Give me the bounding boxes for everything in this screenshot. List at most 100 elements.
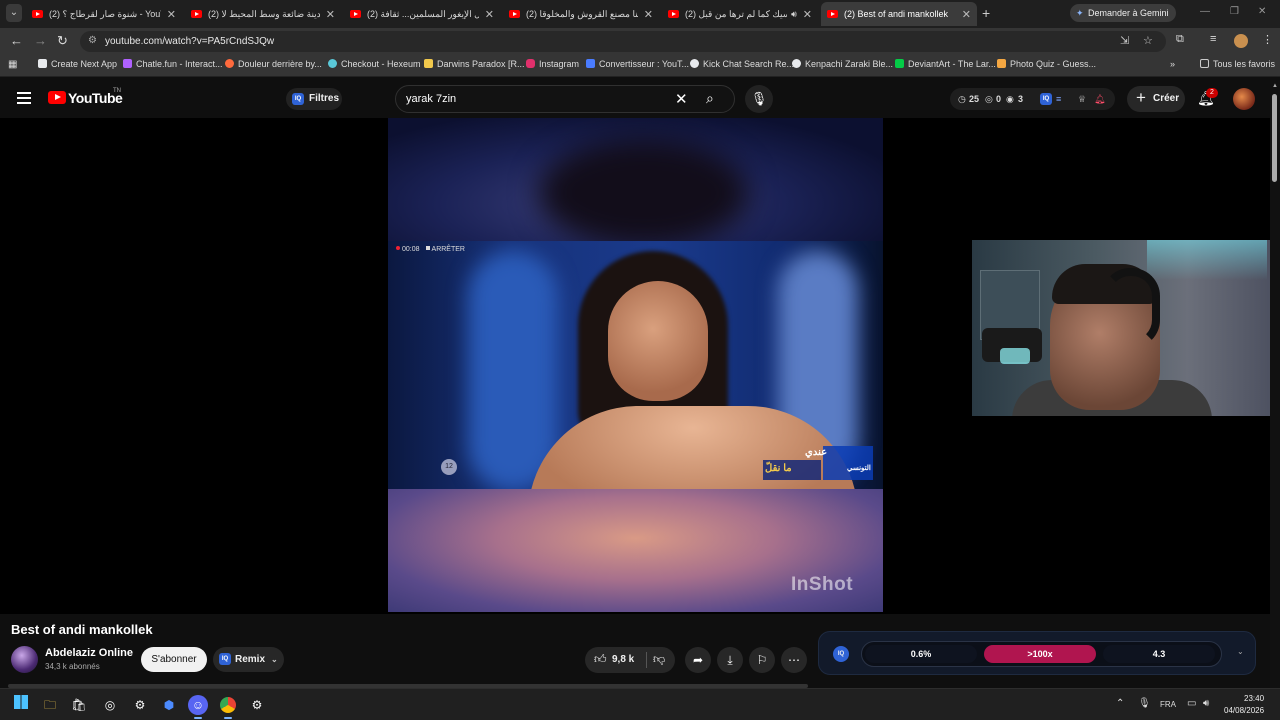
more-actions-icon[interactable]: ⋯: [781, 647, 807, 673]
iq-metrics-bar: 0.6% >100x 4.3: [861, 641, 1222, 667]
minimize-icon[interactable]: —: [1200, 6, 1210, 17]
extension-stats-pill[interactable]: ◷ 25 ◎ 0 ◉ 3 IQ ≡ ♕ 🔔︎: [950, 88, 1115, 110]
chevron-down-icon[interactable]: ⌄: [271, 647, 278, 672]
search-input[interactable]: yarak 7zin: [406, 93, 456, 105]
trophy-icon[interactable]: ♕: [1078, 94, 1086, 105]
bookmark-label: Convertisseur : YouT...: [599, 59, 690, 69]
bookmark-item[interactable]: Checkout - Hexeum: [328, 59, 421, 69]
file-explorer-icon[interactable]: 🗀: [40, 695, 60, 715]
tab-4[interactable]: (2) دخلنا مصنع القروش والمخلوقا ✕: [503, 2, 659, 26]
windows-start-icon[interactable]: [11, 695, 31, 715]
iq-extension-icon[interactable]: IQ: [1040, 93, 1052, 105]
save-bookmark-icon[interactable]: ⚐: [749, 647, 775, 673]
url-text[interactable]: youtube.com/watch?v=PA5rCndSJQw: [105, 36, 274, 47]
video-frame[interactable]: 00:08 ARRÊTER 12 عندي ما نقلّ التونسي InS…: [388, 118, 883, 612]
tab-2[interactable]: (2) مدينة ضائعة وسط المحيط لا ... ✕: [185, 2, 341, 26]
like-thumb-icon[interactable]: 👍︎: [594, 652, 607, 667]
scroll-up-icon[interactable]: ▲: [1272, 83, 1278, 89]
site-info-icon[interactable]: ⚙: [88, 35, 97, 46]
settings-gear-icon[interactable]: ⚙: [247, 695, 267, 715]
address-bar[interactable]: ⚙ youtube.com/watch?v=PA5rCndSJQw ⇲ ☆: [80, 31, 1166, 52]
filters-button[interactable]: IQ Filtres: [286, 88, 342, 110]
bookmark-item[interactable]: Photo Quiz - Guess...: [997, 59, 1096, 69]
chevron-down-icon[interactable]: ⌄: [1237, 647, 1244, 656]
clock[interactable]: 23:40 04/08/2026: [1224, 693, 1264, 717]
bookmark-star-icon[interactable]: ☆: [1143, 34, 1153, 47]
page-scrollbar[interactable]: ▲: [1270, 80, 1280, 688]
maximize-icon[interactable]: ❐: [1230, 6, 1239, 17]
language-indicator[interactable]: FRA: [1160, 700, 1176, 709]
dislike-thumb-icon[interactable]: 👎︎: [653, 652, 665, 667]
tab-1[interactable]: (2) شنوة صار لقرطاج ؟ - YouTube ✕: [26, 2, 182, 26]
bookmark-item[interactable]: Kenpachi Zaraki Ble...: [792, 59, 893, 69]
share-icon[interactable]: ➦: [685, 647, 711, 673]
youtube-logo-icon[interactable]: [48, 91, 66, 104]
back-arrow-icon[interactable]: ←: [10, 33, 23, 48]
like-count[interactable]: 9,8 k: [612, 654, 634, 665]
gemini-button[interactable]: Demander à Gemini: [1070, 4, 1176, 22]
bookmark-item[interactable]: DeviantArt - The Lar...: [895, 59, 996, 69]
country-code: TN: [113, 88, 121, 94]
voice-search-mic-icon[interactable]: 🎙︎: [745, 85, 773, 113]
tab-search-button[interactable]: ⌄: [6, 4, 22, 22]
network-icon[interactable]: ▭: [1187, 698, 1196, 709]
tray-chevron-icon[interactable]: ⌃: [1116, 698, 1124, 709]
close-tab-icon[interactable]: ✕: [485, 8, 494, 21]
media-control-icon[interactable]: ≡: [1210, 33, 1216, 45]
playlist-icon[interactable]: ≡: [1056, 94, 1061, 104]
clear-search-icon[interactable]: ✕: [675, 90, 688, 108]
microphone-icon[interactable]: 🎙︎: [1138, 698, 1151, 709]
bookmark-item[interactable]: Chatle.fun - Interact...: [123, 59, 223, 69]
close-tab-icon[interactable]: ✕: [803, 8, 812, 21]
volume-icon[interactable]: 🔊︎: [1203, 698, 1209, 709]
subscribe-button[interactable]: S'abonner: [141, 647, 207, 672]
scrollbar-thumb[interactable]: [1272, 94, 1277, 182]
bookmark-item[interactable]: Kick Chat Search Re...: [690, 59, 794, 69]
alert-bell-icon[interactable]: 🔔︎: [1094, 94, 1105, 105]
app-icon-blue[interactable]: ⬢: [159, 695, 179, 715]
close-tab-icon[interactable]: ✕: [167, 8, 176, 21]
more-bookmarks-icon[interactable]: »: [1170, 59, 1175, 69]
close-window-icon[interactable]: ✕: [1258, 6, 1266, 17]
forward-arrow-icon[interactable]: →: [34, 33, 47, 48]
download-icon[interactable]: ⤓: [717, 647, 743, 673]
lower-third-text-a: ما نقلّ: [765, 463, 792, 474]
apps-grid-icon[interactable]: ▦: [8, 59, 17, 70]
bookmark-item[interactable]: Instagram: [526, 59, 579, 69]
video-title: Best of andi mankollek: [11, 622, 153, 637]
bookmark-item[interactable]: Convertisseur : YouT...: [586, 59, 689, 69]
new-tab-icon[interactable]: +: [982, 5, 990, 21]
store-icon[interactable]: 🛍︎: [69, 695, 89, 715]
profile-avatar[interactable]: [1234, 34, 1248, 48]
all-bookmarks-folder[interactable]: Tous les favoris: [1200, 59, 1275, 69]
install-app-icon[interactable]: ⇲: [1120, 34, 1129, 47]
youtube-favicon-icon: [668, 10, 679, 18]
speaker-icon[interactable]: 🔊︎: [791, 9, 797, 20]
channel-avatar[interactable]: [11, 646, 38, 673]
discord-icon[interactable]: ☺: [188, 695, 208, 719]
browser-menu-icon[interactable]: ⋮: [1262, 33, 1273, 46]
tab-6-active[interactable]: (2) Best of andi mankollek ✕: [821, 2, 977, 26]
chrome-icon[interactable]: [218, 695, 238, 719]
reload-icon[interactable]: ↻: [57, 33, 68, 49]
tab-5[interactable]: (2) المكسيك كما لم ترها من قبل... 🔊︎ ✕: [662, 2, 818, 26]
remix-button[interactable]: IQ Remix ⌄: [213, 647, 284, 672]
create-button[interactable]: Créer: [1127, 85, 1185, 112]
tab-title: (2) دخلنا مصنع القروش والمخلوقا: [526, 8, 638, 19]
extensions-icon[interactable]: ⧉: [1176, 33, 1184, 46]
steam-icon[interactable]: ⚙: [130, 695, 150, 715]
channel-name[interactable]: Abdelaziz Online: [45, 647, 133, 659]
bookmark-item[interactable]: Douleur derrière by...: [225, 59, 322, 69]
close-tab-icon[interactable]: ✕: [644, 8, 653, 21]
account-avatar[interactable]: [1233, 88, 1255, 110]
close-tab-icon[interactable]: ✕: [962, 8, 971, 21]
search-icon[interactable]: ⌕: [706, 90, 714, 107]
bookmark-item[interactable]: Create Next App: [38, 59, 117, 69]
video-player[interactable]: 00:08 ARRÊTER 12 عندي ما نقلّ التونسي InS…: [0, 118, 1280, 614]
bookmark-item[interactable]: Darwins Paradox [R...: [424, 59, 525, 69]
search-box[interactable]: yarak 7zin ✕ ⌕: [395, 85, 735, 113]
close-tab-icon[interactable]: ✕: [326, 8, 335, 21]
tab-3[interactable]: (2) أكل الإيغور المسلمين... ثقافة ✕: [344, 2, 500, 26]
app-icon-circle[interactable]: ◎: [100, 695, 120, 715]
menu-hamburger-icon[interactable]: [17, 92, 31, 104]
